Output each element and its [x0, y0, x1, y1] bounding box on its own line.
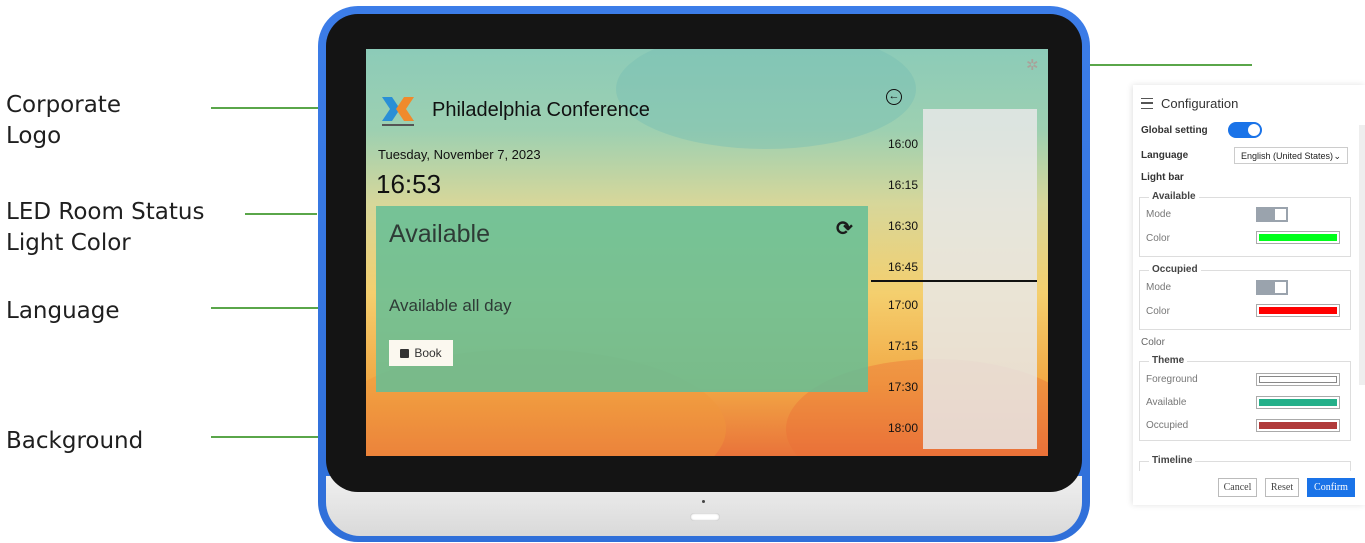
swatch-fill — [1259, 234, 1337, 241]
room-status-card: Available ⟳ Available all day Book — [376, 206, 868, 392]
available-group: Available Mode Color — [1139, 191, 1351, 257]
current-time-line — [871, 280, 1037, 282]
configuration-panel: Configuration Global setting Language En… — [1133, 85, 1365, 505]
callout-text: Light Color — [6, 230, 131, 256]
switch-knob — [1275, 209, 1286, 220]
swatch-fill — [1259, 422, 1337, 429]
occupied-group: Occupied Mode Color — [1139, 264, 1351, 330]
theme-occupied-label: Occupied — [1146, 420, 1189, 431]
current-time: 16:53 — [376, 169, 442, 199]
callout-line — [245, 213, 317, 215]
language-select[interactable]: English (United States) ⌄ — [1234, 147, 1348, 164]
timeline-label: 17:00 — [888, 298, 919, 312]
swatch-fill — [1259, 307, 1337, 314]
mode-label: Mode — [1146, 209, 1172, 220]
callout-language: Language — [6, 298, 120, 324]
available-group-legend: Available — [1149, 191, 1199, 202]
foreground-color-picker[interactable] — [1256, 373, 1340, 386]
chevron-down-icon: ⌄ — [1333, 151, 1341, 161]
background-cloud — [616, 49, 916, 149]
light-bar-label: Light bar — [1141, 172, 1184, 183]
theme-available-color-picker[interactable] — [1256, 396, 1340, 409]
global-setting-toggle[interactable] — [1228, 122, 1262, 138]
config-scrollbar[interactable] — [1359, 125, 1365, 385]
confirm-button[interactable]: Confirm — [1307, 478, 1355, 497]
occupied-color-picker[interactable] — [1256, 304, 1340, 317]
theme-occupied-color-picker[interactable] — [1256, 419, 1340, 432]
corporate-logo — [382, 97, 414, 126]
room-display-screen: ✲ Philadelphia Conference Tuesday, Novem… — [366, 49, 1048, 456]
config-header: Configuration — [1141, 96, 1238, 111]
callout-text: LED Room Status — [6, 199, 205, 225]
gear-icon[interactable]: ✲ — [1026, 58, 1040, 73]
color-label: Color — [1146, 306, 1170, 317]
refresh-icon[interactable]: ⟳ — [836, 219, 854, 239]
timeline-label: 16:00 — [888, 137, 919, 151]
timeline-label: 16:30 — [888, 219, 919, 233]
timeline-group-legend: Timeline — [1149, 455, 1196, 466]
language-value: English (United States) — [1241, 151, 1334, 161]
reset-button[interactable]: Reset — [1265, 478, 1299, 497]
timeline-label: 18:00 — [888, 421, 919, 435]
swatch-fill — [1259, 376, 1337, 383]
callout-text: Logo — [6, 123, 62, 149]
current-date: Tuesday, November 7, 2023 — [378, 147, 541, 162]
foreground-label: Foreground — [1146, 374, 1198, 385]
global-setting-label: Global setting — [1141, 125, 1208, 136]
occupied-group-legend: Occupied — [1149, 264, 1201, 275]
config-title: Configuration — [1161, 96, 1239, 111]
status-title: Available — [389, 220, 491, 248]
theme-group-legend: Theme — [1149, 355, 1188, 366]
back-arrow-icon[interactable]: ← — [886, 89, 902, 105]
switch-knob — [1275, 282, 1286, 293]
cancel-button[interactable]: Cancel — [1218, 478, 1257, 497]
timeline-group: Timeline — [1139, 455, 1351, 471]
occupied-mode-switch[interactable] — [1256, 280, 1288, 295]
theme-available-label: Available — [1146, 397, 1187, 408]
camera-dot — [702, 500, 705, 503]
toggle-knob — [1248, 124, 1260, 136]
timeline-label: 16:45 — [888, 260, 919, 274]
settings-sliders-icon — [1141, 98, 1153, 109]
timeline-column — [923, 109, 1037, 449]
mode-label: Mode — [1146, 282, 1172, 293]
timeline-label: 17:15 — [888, 339, 919, 353]
swatch-fill — [1259, 399, 1337, 406]
color-section-label: Color — [1141, 337, 1165, 348]
available-color-picker[interactable] — [1256, 231, 1340, 244]
room-name: Philadelphia Conference — [432, 99, 650, 121]
callout-background: Background — [6, 428, 144, 454]
status-detail: Available all day — [389, 296, 512, 315]
timeline-label: 16:15 — [888, 178, 919, 192]
home-button[interactable] — [690, 513, 720, 521]
book-button[interactable]: Book — [389, 340, 453, 366]
available-mode-switch[interactable] — [1256, 207, 1288, 222]
callout-corporate-logo: Corporate Logo — [6, 90, 121, 152]
color-label: Color — [1146, 233, 1170, 244]
timeline-label: 17:30 — [888, 380, 919, 394]
callout-text: Corporate — [6, 92, 121, 118]
callout-led-status: LED Room Status Light Color — [6, 197, 204, 259]
book-label: Book — [414, 346, 442, 360]
calendar-icon — [400, 348, 410, 358]
theme-group: Theme Foreground Available Occupied — [1139, 355, 1351, 441]
language-label: Language — [1141, 150, 1189, 161]
